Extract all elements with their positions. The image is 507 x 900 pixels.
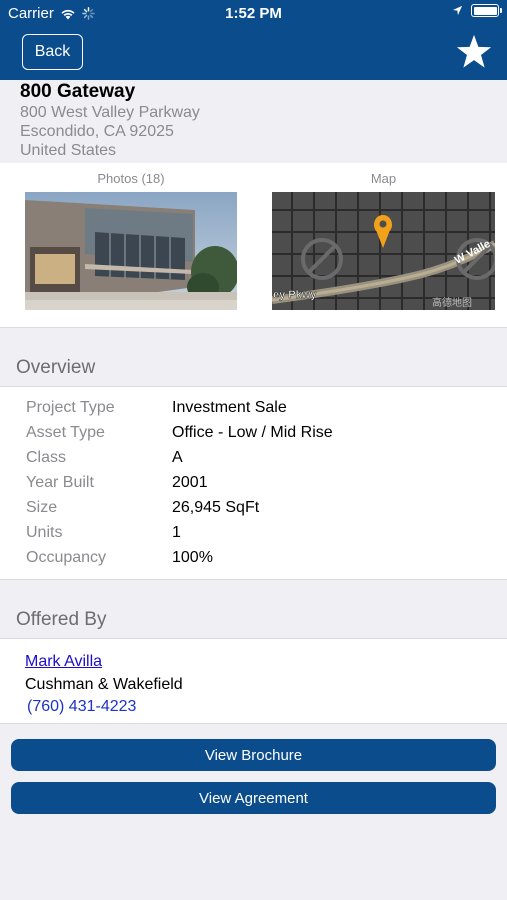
map-label: Map [370,171,397,186]
map-thumbnail[interactable]: ey Pkwy W Valle 高德地图 [272,192,495,310]
status-right [452,4,502,17]
row-label: Project Type [26,399,115,416]
row-value: 1 [172,524,181,541]
row-value: A [172,449,183,466]
row-value: 2001 [172,474,208,491]
row-value: Investment Sale [172,399,287,416]
location-arrow-icon [452,5,463,16]
row-label: Units [26,524,63,541]
row-value: Office - Low / Mid Rise [172,424,333,441]
property-photo-thumbnail[interactable] [25,192,237,310]
company-name: Cushman & Wakefield [25,676,183,693]
navigation-bar: Carrier 1:52 PM Back [0,0,507,80]
status-time: 1:52 PM [225,5,282,22]
status-bar: Carrier 1:52 PM [0,0,507,28]
battery-icon [471,4,502,17]
offered-by-section-header: Offered By [0,581,507,638]
overview-row-year-built: Year Built 2001 [0,474,507,499]
map-watermark: 高德地图 [432,296,472,309]
row-label: Occupancy [26,549,107,566]
phone-row: (760) 431-4223 [0,698,507,723]
building-photo [25,192,237,310]
overview-row-size: Size 26,945 SqFt [0,499,507,524]
contact-name-link[interactable]: Mark Avilla [25,653,102,671]
overview-row-occupancy: Occupancy 100% [0,549,507,574]
overview-title: Overview [16,357,96,378]
row-label: Class [26,449,67,466]
view-agreement-button[interactable]: View Agreement [11,782,496,814]
contact-row: Mark Avilla [0,653,507,678]
media-section: Photos (18) Map ey Pkwy W Valle 高德地图 [0,163,507,328]
overview-row-asset-type: Asset Type Office - Low / Mid Rise [0,424,507,449]
overview-row-project-type: Project Type Investment Sale [0,399,507,424]
address-line-3: United States [20,142,117,159]
map-view: ey Pkwy W Valle 高德地图 [272,192,495,310]
address-line-2: Escondido, CA 92025 [20,123,174,140]
map-street-label-left: ey Pkwy [273,289,317,301]
row-label: Asset Type [26,424,105,441]
overview-panel: Project Type Investment Sale Asset Type … [0,386,507,580]
row-label: Size [26,499,58,516]
overview-section-header: Overview [0,329,507,386]
property-header: 800 Gateway 800 West Valley Parkway Esco… [0,80,507,163]
property-name: 800 Gateway [20,81,136,102]
overview-row-units: Units 1 [0,524,507,549]
photos-label: Photos (18) [97,171,165,186]
row-label: Year Built [26,474,94,491]
row-value: 100% [172,549,213,566]
star-icon[interactable] [455,33,493,71]
offered-by-title: Offered By [16,609,107,630]
back-button[interactable]: Back [22,34,83,70]
phone-link[interactable]: (760) 431-4223 [27,698,136,716]
view-brochure-button[interactable]: View Brochure [11,739,496,771]
offered-by-panel: Mark Avilla Cushman & Wakefield (760) 43… [0,638,507,724]
row-value: 26,945 SqFt [172,499,260,516]
overview-row-class: Class A [0,449,507,474]
address-line-1: 800 West Valley Parkway [20,104,200,121]
